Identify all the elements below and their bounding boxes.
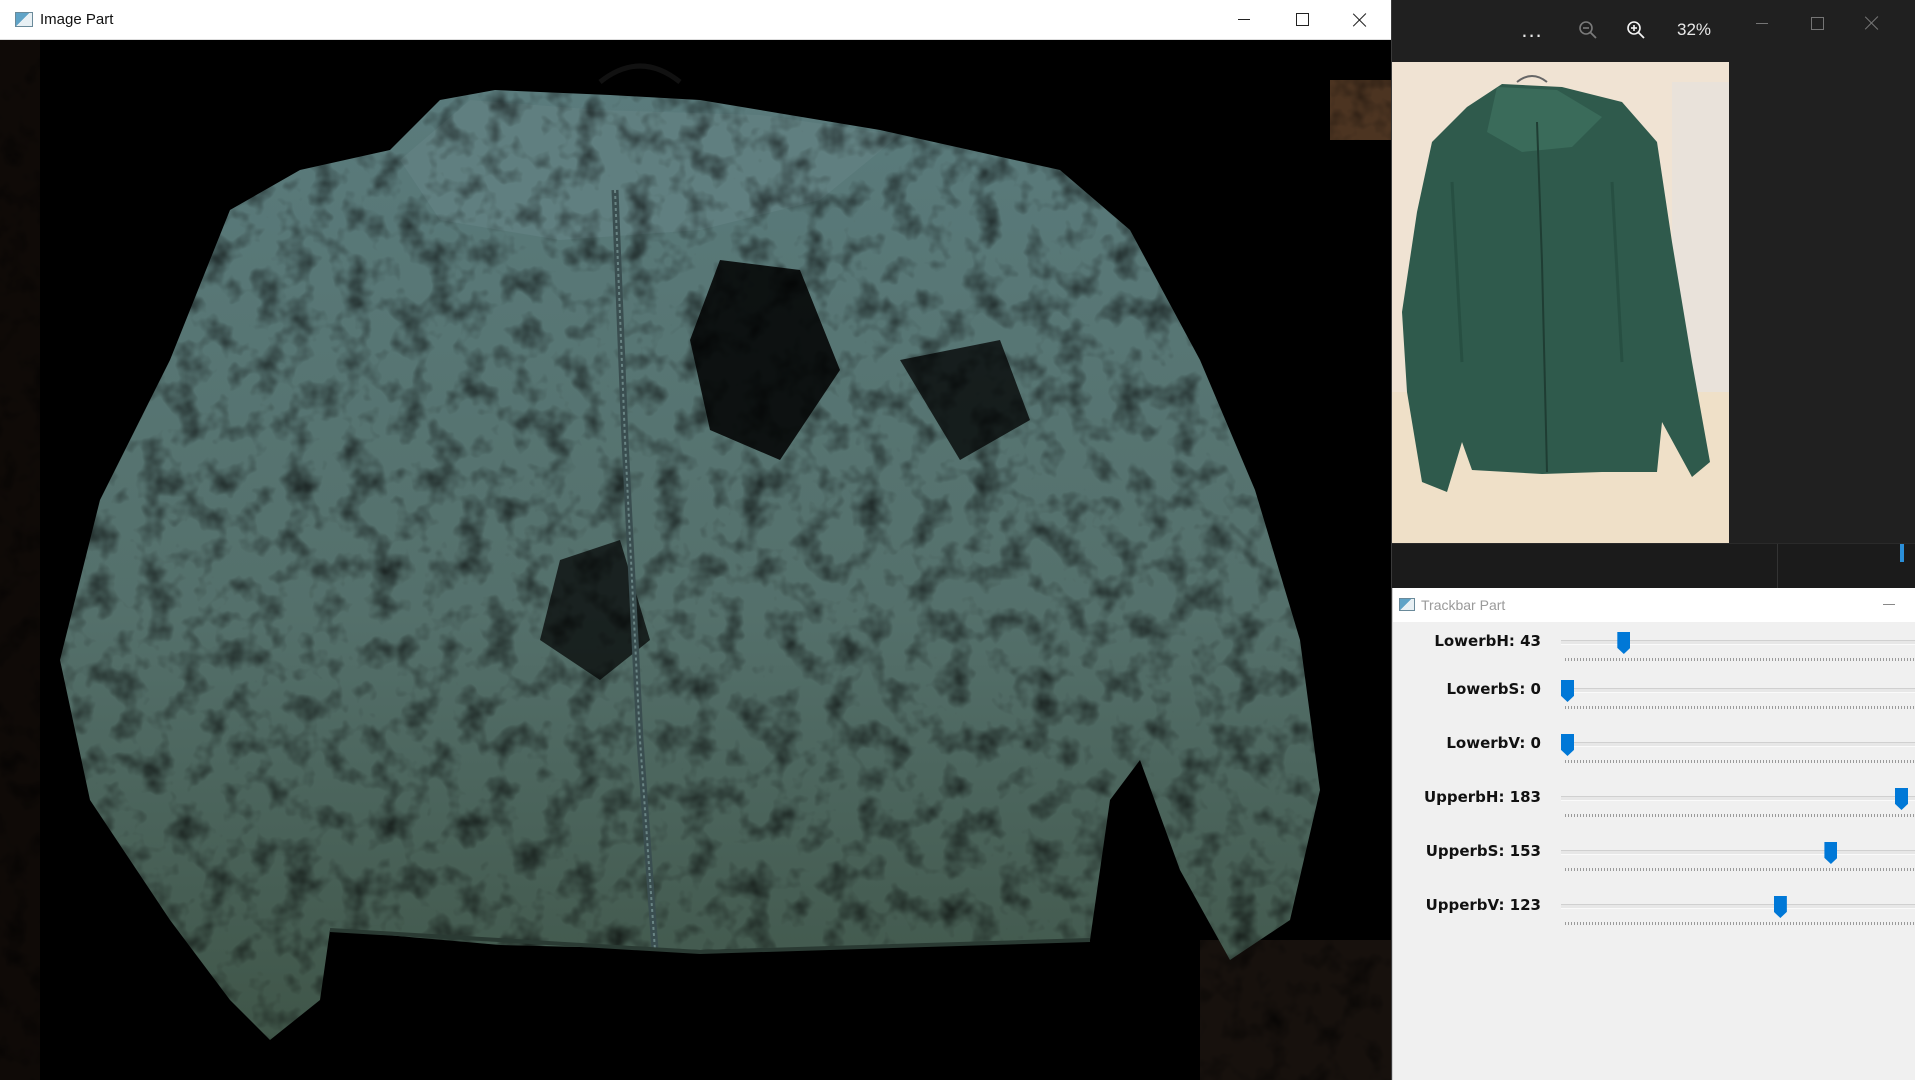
minimize-icon: [1238, 19, 1250, 20]
image-part-titlebar[interactable]: Image Part: [0, 0, 1391, 40]
window-title: Image Part: [40, 11, 114, 28]
slider-track[interactable]: [1561, 796, 1915, 801]
slider-thumb[interactable]: [1895, 788, 1908, 810]
slider-thumb[interactable]: [1773, 896, 1787, 918]
photo-close-button[interactable]: [1852, 12, 1892, 34]
image-part-window: Image Part: [0, 0, 1392, 1080]
zoom-level[interactable]: 32%: [1664, 14, 1724, 46]
original-photo-image: [1392, 62, 1729, 543]
trackbar-upperb-s: UpperbS: 153: [1393, 842, 1915, 882]
maximize-button[interactable]: [1273, 0, 1331, 39]
strip-divider: [1777, 544, 1778, 589]
slider-thumb[interactable]: [1561, 680, 1574, 702]
slider-ticks: [1565, 658, 1915, 661]
app-window-icon: [15, 12, 33, 27]
masked-jacket-image: [0, 40, 1391, 1080]
slider-thumb[interactable]: [1617, 632, 1631, 654]
more-options-button[interactable]: ...: [1512, 14, 1552, 46]
trackbar-label: UpperbV: 123: [1425, 896, 1541, 914]
trackbar-part-window: Trackbar Part LowerbH: 43 LowerbS: 0 Low…: [1392, 588, 1915, 1080]
photo-viewer-toolbar: ... 32%: [1392, 0, 1915, 60]
close-icon: [1865, 16, 1879, 30]
trackbar-label: UpperbH: 183: [1423, 788, 1541, 806]
slider-ticks: [1565, 760, 1915, 763]
close-button[interactable]: [1331, 0, 1389, 39]
minimize-icon[interactable]: [1883, 604, 1895, 605]
slider-ticks: [1565, 868, 1915, 871]
close-icon: [1353, 13, 1367, 27]
window-title: Trackbar Part: [1421, 597, 1506, 613]
slider-track[interactable]: [1561, 742, 1915, 747]
photo-minimize-button[interactable]: [1742, 12, 1782, 34]
trackbar-lowerb-h: LowerbH: 43: [1393, 632, 1915, 672]
trackbar-part-titlebar[interactable]: Trackbar Part: [1393, 588, 1915, 622]
slider-ticks: [1565, 814, 1915, 817]
masked-image-canvas: [0, 40, 1391, 1080]
photo-maximize-button[interactable]: [1797, 12, 1837, 34]
minimize-icon: [1756, 22, 1768, 24]
trackbar-label: LowerbS: 0: [1446, 680, 1542, 698]
slider-ticks: [1565, 922, 1915, 925]
slider-thumb[interactable]: [1824, 842, 1838, 864]
slider-thumb[interactable]: [1561, 734, 1574, 756]
slider-track[interactable]: [1561, 904, 1915, 909]
strip-accent: [1900, 544, 1904, 562]
app-window-icon: [1399, 598, 1415, 611]
minimize-button[interactable]: [1215, 0, 1273, 39]
original-jacket-photo: [1392, 62, 1729, 543]
more-icon: ...: [1521, 17, 1543, 42]
trackbar-label: LowerbH: 43: [1434, 632, 1541, 650]
zoom-in-button[interactable]: [1620, 14, 1652, 46]
maximize-icon: [1810, 16, 1824, 30]
slider-track[interactable]: [1561, 688, 1915, 693]
zoom-in-icon: [1627, 21, 1645, 39]
trackbar-lowerb-s: LowerbS: 0: [1393, 680, 1915, 720]
trackbar-upperb-h: UpperbH: 183: [1393, 788, 1915, 828]
zoom-out-icon: [1579, 21, 1597, 39]
photo-viewer-window: ... 32%: [1392, 0, 1915, 589]
slider-track[interactable]: [1561, 640, 1915, 645]
trackbar-lowerb-v: LowerbV: 0: [1393, 734, 1915, 774]
maximize-icon: [1295, 13, 1309, 26]
zoom-out-button[interactable]: [1572, 14, 1604, 46]
trackbar-label: UpperbS: 153: [1425, 842, 1541, 860]
trackbar-label: LowerbV: 0: [1446, 734, 1541, 752]
filmstrip-bar: [1392, 543, 1915, 589]
trackbar-upperb-v: UpperbV: 123: [1393, 896, 1915, 936]
slider-track[interactable]: [1561, 850, 1915, 855]
slider-ticks: [1565, 706, 1915, 709]
